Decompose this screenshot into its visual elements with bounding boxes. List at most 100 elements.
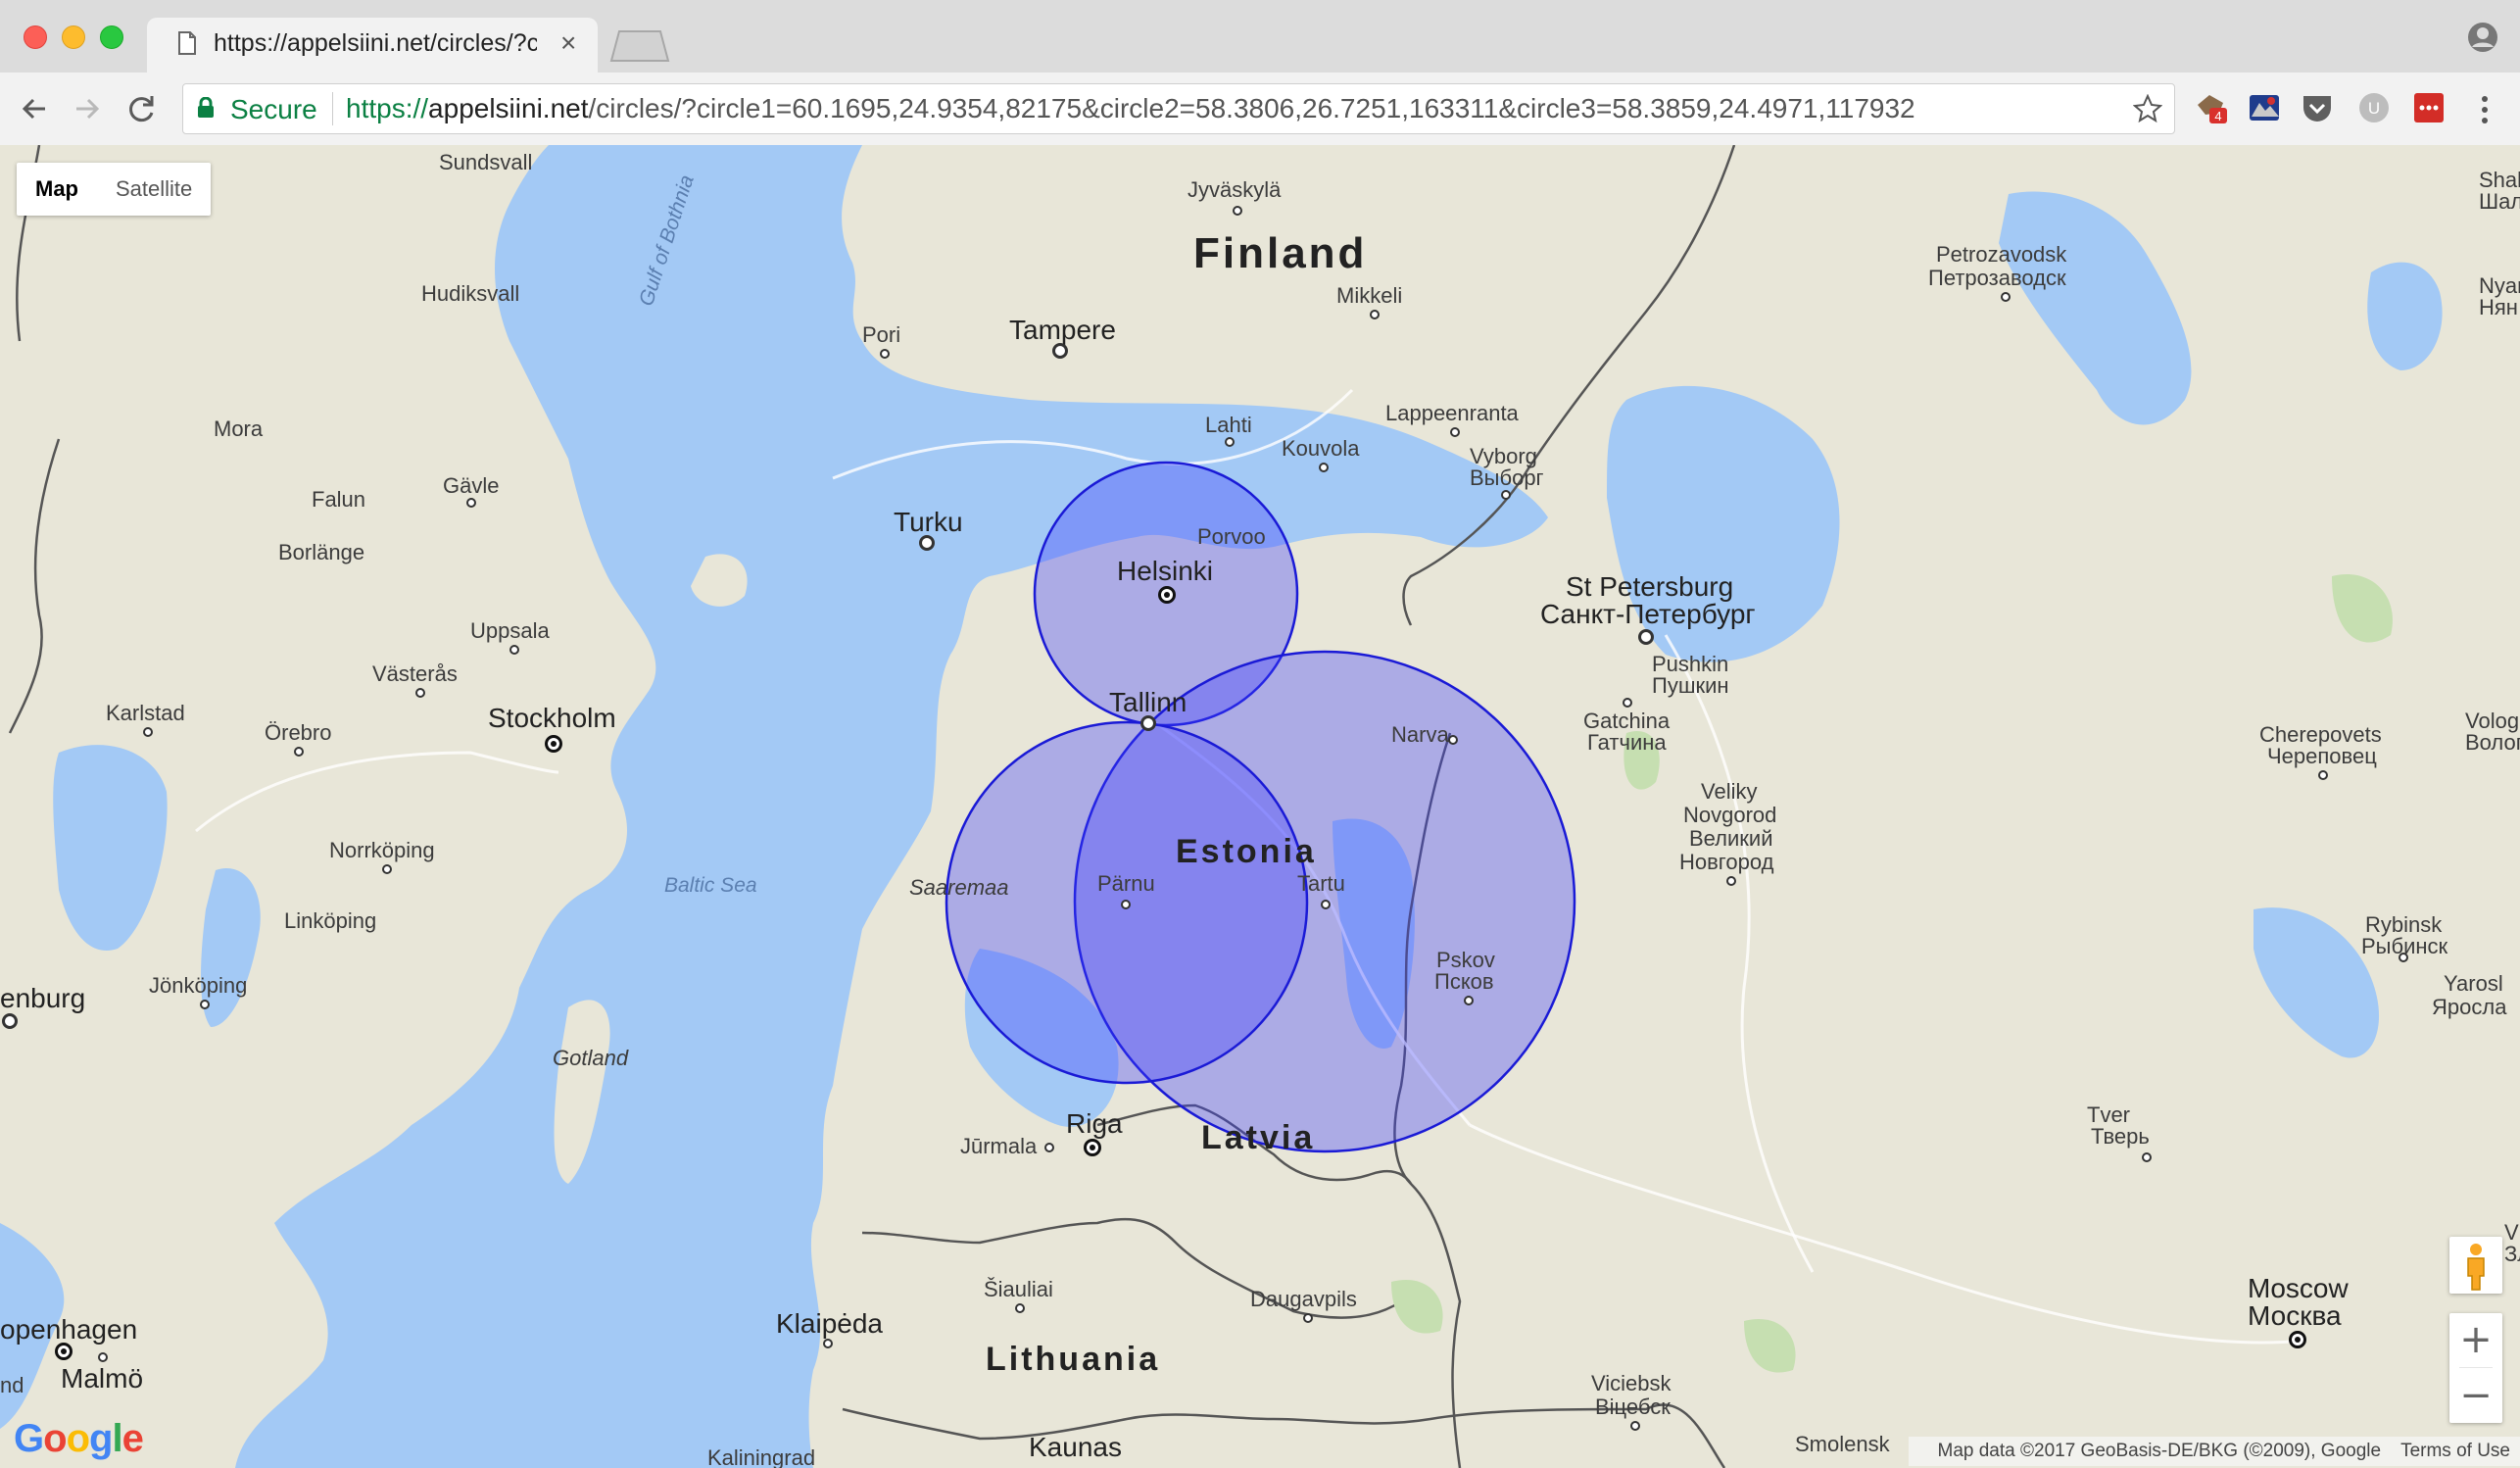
- city-label-kaunas: Kaunas: [1029, 1432, 1122, 1462]
- browser-toolbar: Secure https://appelsiini.net/circles/?c…: [0, 73, 2520, 146]
- map-data-credit: Map data ©2017 GeoBasis-DE/BKG (©2009), …: [1937, 1441, 2382, 1461]
- city-label-tartu: Tartu: [1297, 871, 1345, 896]
- city-label-nyar-ru: Нян: [2479, 295, 2518, 319]
- city-label-viciebsk-ru: Віцебск: [1595, 1395, 1671, 1419]
- city-label-veliky: Veliky: [1701, 779, 1758, 804]
- city-label-riga: Riga: [1066, 1108, 1123, 1139]
- city-marker-enburg: [2, 1013, 18, 1029]
- city-label-pushkin-ru: Пушкин: [1652, 673, 1729, 698]
- city-label-veliky-ru: Великий: [1689, 826, 1773, 851]
- city-marker-tartu: [1321, 900, 1331, 909]
- close-window-button[interactable]: [24, 25, 47, 49]
- city-marker-klaipeda: [823, 1339, 833, 1348]
- city-label-tallinn: Tallinn: [1109, 687, 1187, 717]
- address-bar[interactable]: Secure https://appelsiini.net/circles/?c…: [182, 83, 2175, 134]
- pegman-icon: [2467, 1244, 2485, 1291]
- lock-icon: [198, 97, 214, 118]
- city-marker-orebro: [294, 747, 304, 757]
- city-label-klaipeda: Klaipėda: [776, 1308, 883, 1339]
- reload-icon[interactable]: [125, 92, 159, 125]
- city-marker-moscow: [2289, 1331, 2306, 1348]
- minimize-window-button[interactable]: [62, 25, 85, 49]
- circles-overlay: [945, 461, 1576, 1153]
- city-label-enburg: enburg: [0, 983, 86, 1013]
- map-type-satellite-button[interactable]: Satellite: [97, 163, 211, 216]
- city-label-karlstad: Karlstad: [106, 701, 185, 725]
- forward-arrow-icon[interactable]: [71, 92, 104, 125]
- city-label-hudiksvall: Hudiksvall: [421, 281, 520, 306]
- city-label-moscow-ru: Москва: [2248, 1300, 2342, 1331]
- document-icon: [178, 31, 196, 55]
- maximize-window-button[interactable]: [100, 25, 123, 49]
- country-label-finland: Finland: [1193, 229, 1368, 277]
- city-label-malmo: Malmö: [61, 1363, 144, 1394]
- terms-of-use-link[interactable]: Terms of Use: [2400, 1441, 2510, 1461]
- city-label-helsinki: Helsinki: [1117, 556, 1214, 586]
- city-marker-vyborg: [1501, 490, 1511, 500]
- city-label-shal-ru: Шал: [2479, 189, 2520, 214]
- street-view-pegman-button[interactable]: [2449, 1237, 2502, 1294]
- address-separator: [332, 92, 333, 125]
- city-label-daugavpils: Daugavpils: [1250, 1287, 1357, 1311]
- bookmark-star-icon[interactable]: [2133, 94, 2162, 123]
- city-label-norrkoping: Norrköping: [329, 838, 435, 862]
- city-label-vologda-ru: Волог: [2465, 730, 2520, 755]
- city-marker-copenhagen: [55, 1343, 73, 1360]
- country-label-lithuania: Lithuania: [986, 1341, 1161, 1378]
- map-canvas[interactable]: Finland Estonia Latvia Lithuania Gulf of…: [0, 145, 2520, 1468]
- city-marker-jonkoping: [200, 1000, 210, 1009]
- new-tab-button[interactable]: [609, 29, 670, 63]
- city-marker-jyvaskyla: [1233, 206, 1242, 216]
- city-marker-pushkin: [1623, 698, 1632, 708]
- zoom-out-button[interactable]: −: [2449, 1369, 2502, 1423]
- city-marker-lahti: [1225, 437, 1235, 447]
- city-label-stockholm: Stockholm: [488, 703, 616, 733]
- city-label-v-edge-ru: Зл: [2504, 1242, 2520, 1266]
- city-marker-helsinki: [1158, 586, 1176, 604]
- city-marker-stockholm: [545, 735, 562, 753]
- city-marker-jurmala: [1044, 1143, 1054, 1152]
- svg-text:U: U: [2368, 99, 2380, 118]
- city-marker-parnu: [1121, 900, 1131, 909]
- city-label-porvoo: Porvoo: [1197, 524, 1266, 549]
- back-arrow-icon[interactable]: [18, 92, 51, 125]
- map-type-map-button[interactable]: Map: [17, 163, 97, 216]
- url-text[interactable]: https://appelsiini.net/circles/?circle1=…: [346, 93, 2129, 124]
- city-label-vasteras: Västerås: [372, 661, 458, 686]
- city-label-jurmala: Jūrmala: [960, 1134, 1038, 1158]
- ublock-icon[interactable]: U: [2357, 91, 2391, 124]
- city-marker-karlstad: [143, 727, 153, 737]
- map-type-control: Map Satellite: [17, 163, 212, 216]
- city-label-mikkeli: Mikkeli: [1336, 283, 1403, 308]
- city-label-lahti: Lahti: [1205, 413, 1252, 437]
- map-attribution: Map data ©2017 GeoBasis-DE/BKG (©2009), …: [1908, 1437, 2520, 1466]
- city-label-copenhagen: openhagen: [0, 1314, 138, 1345]
- tab-close-button[interactable]: ×: [560, 27, 576, 59]
- water-label-baltic-sea: Baltic Sea: [664, 874, 757, 897]
- city-label-falun: Falun: [312, 487, 366, 512]
- city-label-orebro: Örebro: [265, 720, 332, 745]
- city-label-siauliai: Šiauliai: [984, 1277, 1053, 1301]
- zoom-divider: [2459, 1367, 2493, 1368]
- city-marker-vasteras: [415, 688, 425, 698]
- city-label-petrozavodsk-ru: Петрозаводск: [1928, 266, 2066, 290]
- tab-title: https://appelsiini.net/circles/?c: [214, 29, 537, 57]
- city-label-uppsala: Uppsala: [470, 618, 550, 643]
- browser-tab[interactable]: https://appelsiini.net/circles/?c ×: [147, 18, 598, 73]
- city-label-borlange: Borlänge: [278, 540, 365, 564]
- zoom-in-button[interactable]: +: [2449, 1313, 2502, 1367]
- city-marker-tallinn: [1140, 715, 1156, 731]
- pocket-icon[interactable]: [2301, 91, 2334, 124]
- city-label-narva: Narva: [1391, 722, 1449, 747]
- more-menu-icon[interactable]: [2477, 90, 2493, 129]
- city-label-kouvola: Kouvola: [1282, 436, 1360, 461]
- city-marker-novgorod: [1726, 876, 1736, 886]
- city-marker-petrozavodsk: [2001, 292, 2011, 302]
- profile-icon[interactable]: [2467, 22, 2498, 53]
- flag-extension-icon[interactable]: [2248, 91, 2281, 124]
- city-label-parnu: Pärnu: [1097, 871, 1155, 896]
- google-logo[interactable]: Google: [14, 1417, 144, 1461]
- lastpass-icon[interactable]: [2412, 91, 2446, 124]
- island-label-gotland: Gotland: [553, 1046, 629, 1070]
- extension-badge-icon[interactable]: 4: [2195, 91, 2228, 124]
